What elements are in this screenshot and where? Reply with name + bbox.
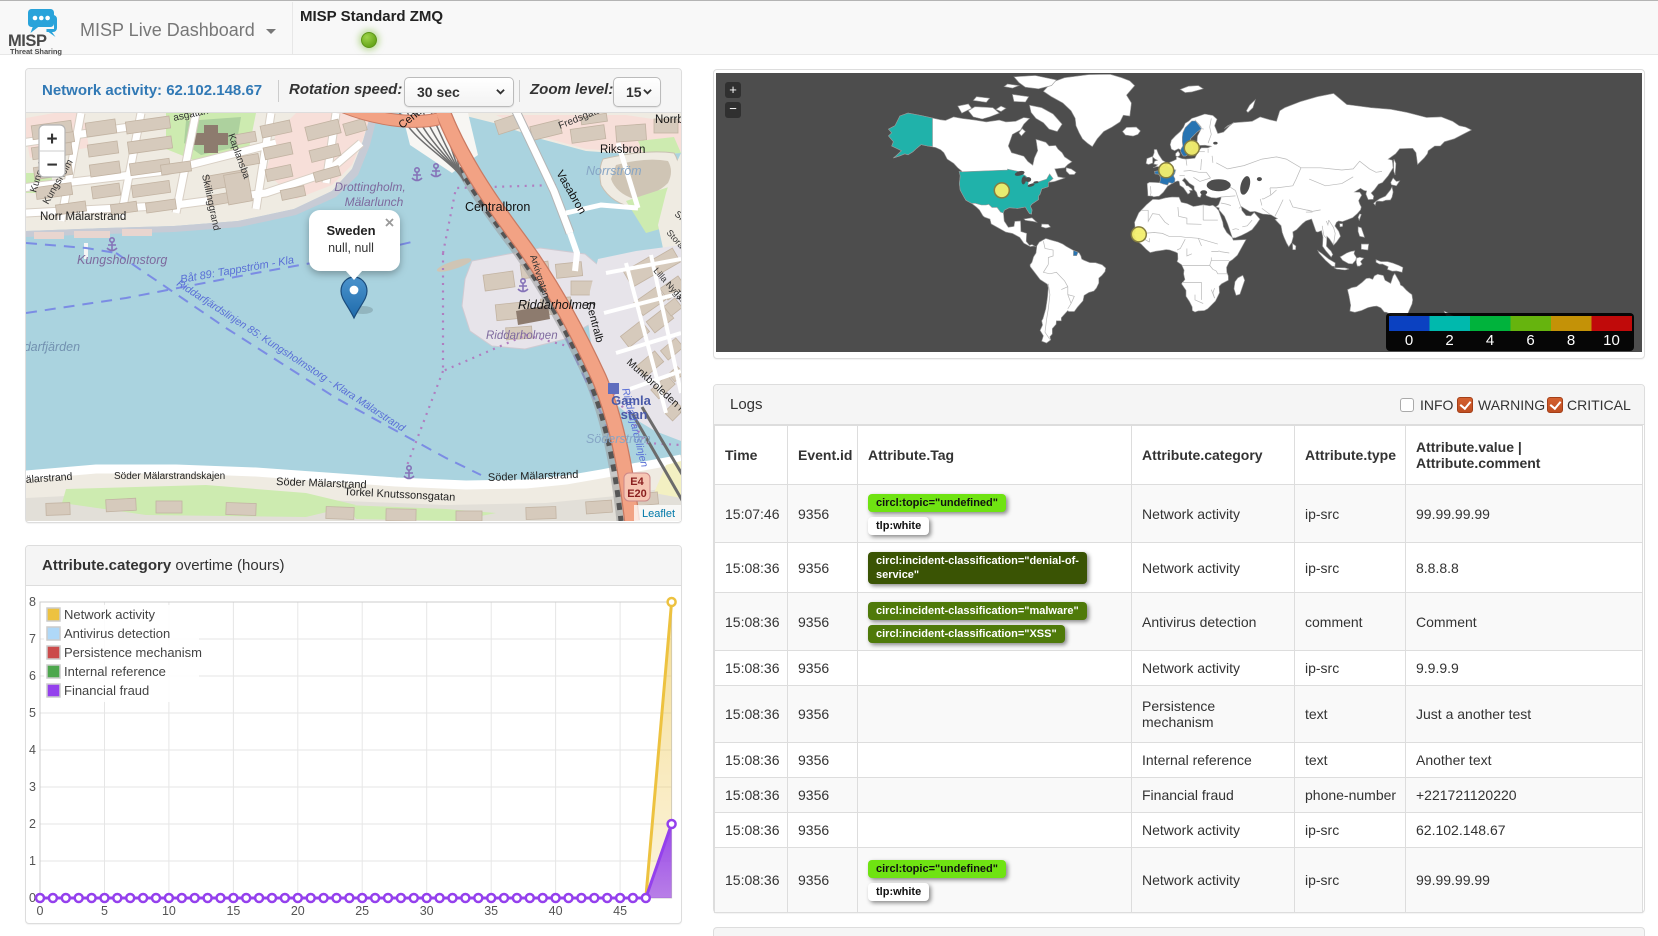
svg-text:Persistence mechanism: Persistence mechanism [64,645,202,660]
svg-text:8: 8 [1567,332,1575,349]
svg-text:Leaflet: Leaflet [642,508,675,520]
svg-text:Norrbr: Norrbr [655,114,681,126]
svg-text:Norr Mälarstrand: Norr Mälarstrand [40,211,126,223]
svg-text:5: 5 [29,706,36,720]
svg-text:Threat Sharing: Threat Sharing [10,47,62,56]
svg-text:Drottingholm,: Drottingholm, [334,180,405,194]
svg-text:8: 8 [29,595,36,609]
svg-text:2: 2 [1445,332,1453,349]
svg-text:2: 2 [29,817,36,831]
svg-text:Söder Mälarstrandskajen: Söder Mälarstrandskajen [114,471,225,482]
svg-text:Söderström: Söderström [586,432,651,446]
svg-text:−: − [46,155,57,176]
svg-text:7: 7 [29,632,36,646]
svg-text:Internal reference: Internal reference [64,664,166,679]
svg-text:Riddarholmen: Riddarholmen [518,298,596,312]
svg-text:10: 10 [162,904,176,918]
svg-text:+: + [46,129,57,150]
svg-text:iddarfjärden: iddarfjärden [26,340,80,354]
svg-text:6: 6 [29,669,36,683]
svg-text:3: 3 [29,780,36,794]
svg-text:0: 0 [1405,332,1413,349]
svg-text:45: 45 [613,904,627,918]
svg-text:15: 15 [226,904,240,918]
svg-text:0: 0 [37,904,44,918]
svg-text:5: 5 [101,904,108,918]
svg-text:Riksbron: Riksbron [600,144,645,156]
svg-text:Kungsholmstorg: Kungsholmstorg [77,253,167,267]
svg-text:Norrström: Norrström [586,164,642,178]
svg-text:Financial fraud: Financial fraud [64,683,149,698]
svg-text:null, null: null, null [328,241,374,255]
svg-text:Sweden: Sweden [326,223,375,238]
svg-text:30: 30 [420,904,434,918]
svg-text:10: 10 [1603,332,1620,349]
svg-text:40: 40 [549,904,563,918]
svg-text:Riddarholmen: Riddarholmen [486,330,558,342]
svg-text:1: 1 [29,854,36,868]
svg-text:+: + [729,82,737,97]
svg-text:35: 35 [484,904,498,918]
svg-text:Antivirus detection: Antivirus detection [64,626,170,641]
svg-text:E20: E20 [627,488,647,500]
svg-text:25: 25 [355,904,369,918]
svg-text:6: 6 [1526,332,1534,349]
svg-text:4: 4 [29,743,36,757]
svg-text:Centralbron: Centralbron [465,200,530,214]
svg-text:Mälarlunch: Mälarlunch [345,195,404,209]
svg-text:20: 20 [291,904,305,918]
svg-text:Network activity: Network activity [64,607,156,622]
svg-text:E4: E4 [630,476,644,488]
svg-text:−: − [729,101,737,116]
svg-text:stan: stan [621,407,648,422]
svg-text:4: 4 [1486,332,1494,349]
svg-text:Gamla: Gamla [611,393,652,408]
